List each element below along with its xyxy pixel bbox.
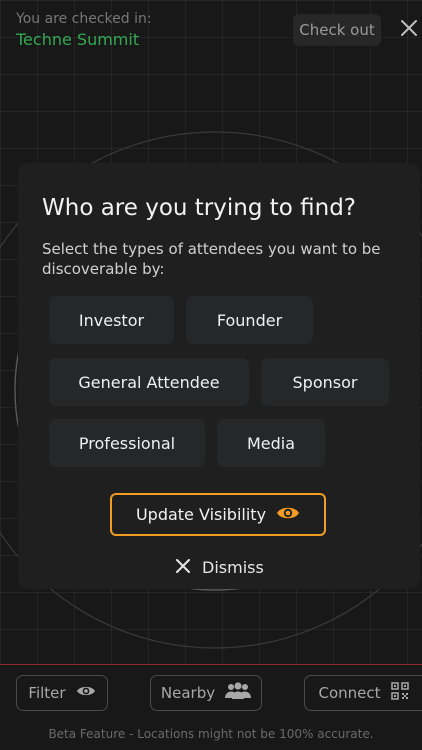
visibility-modal: Who are you trying to find? Select the t… xyxy=(18,163,420,589)
connect-button[interactable]: Connect xyxy=(304,675,422,711)
beta-disclaimer: Beta Feature - Locations might not be 10… xyxy=(48,727,374,741)
nearby-button[interactable]: Nearby xyxy=(150,675,262,711)
option-media[interactable]: Media xyxy=(217,419,325,467)
modal-title: Who are you trying to find? xyxy=(42,195,357,221)
filter-label: Filter xyxy=(28,684,66,702)
dismiss-x-icon xyxy=(176,558,190,577)
top-bar: You are checked in: Techne Summit Check … xyxy=(0,0,422,58)
close-icon[interactable] xyxy=(398,17,420,39)
connect-label: Connect xyxy=(318,684,381,702)
update-visibility-label: Update Visibility xyxy=(135,505,267,524)
option-professional[interactable]: Professional xyxy=(49,419,205,467)
eye-icon xyxy=(76,684,96,702)
people-group-icon xyxy=(225,682,252,704)
qr-code-icon xyxy=(390,682,409,704)
filter-button[interactable]: Filter xyxy=(16,675,108,711)
event-name: Techne Summit xyxy=(16,30,140,49)
modal-description: Select the types of attendees you want t… xyxy=(42,240,381,278)
eye-icon xyxy=(276,504,300,526)
option-founder[interactable]: Founder xyxy=(186,296,313,344)
option-sponsor[interactable]: Sponsor xyxy=(261,358,389,406)
dismiss-label: Dismiss xyxy=(202,557,264,577)
option-general-attendee[interactable]: General Attendee xyxy=(49,358,249,406)
check-out-button[interactable]: Check out xyxy=(293,14,381,46)
checked-in-label: You are checked in: xyxy=(16,11,152,27)
dismiss-button[interactable]: Dismiss xyxy=(176,555,264,579)
option-investor[interactable]: Investor xyxy=(49,296,174,344)
update-visibility-button[interactable]: Update Visibility xyxy=(110,493,326,536)
nearby-label: Nearby xyxy=(160,684,216,702)
